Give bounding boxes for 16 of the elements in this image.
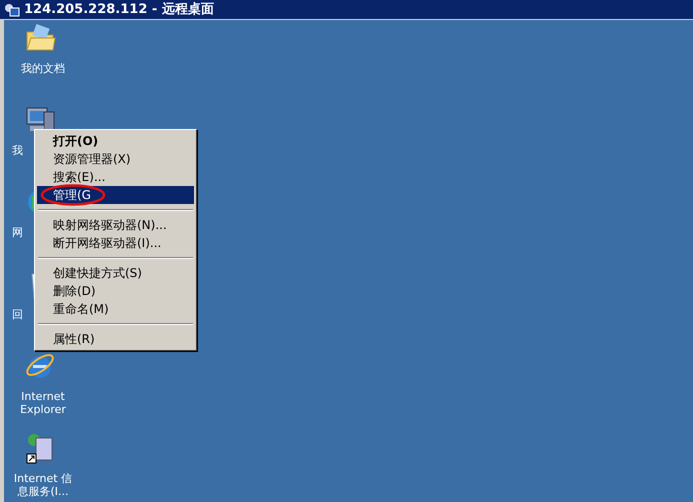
menu-item[interactable]: 搜索(E)...	[37, 168, 194, 186]
window-title: 124.205.228.112 - 远程桌面	[24, 0, 214, 19]
menu-item[interactable]: 资源管理器(X)	[37, 150, 194, 168]
menu-item[interactable]: 删除(D)	[37, 282, 194, 300]
remote-desktop-icon	[4, 2, 20, 16]
ellipse-annotation	[40, 184, 106, 206]
menu-item[interactable]: 打开(O)	[37, 132, 194, 150]
desktop-icon-label[interactable]: Internet 信息服务(I...	[4, 472, 74, 498]
desktop-icon-label[interactable]: 我的文档	[4, 62, 74, 75]
menu-item[interactable]: 属性(R)	[37, 330, 194, 348]
menu-item[interactable]: 重命名(M)	[37, 300, 194, 318]
desktop-icon-label[interactable]: Internet Explorer	[4, 390, 74, 416]
menu-item[interactable]: 创建快捷方式(S)	[37, 264, 194, 282]
menu-item[interactable]: 管理(G	[37, 186, 194, 204]
menu-item[interactable]: 断开网络驱动器(I)...	[37, 234, 194, 252]
menu-item[interactable]: 映射网络驱动器(N)...	[37, 216, 194, 234]
